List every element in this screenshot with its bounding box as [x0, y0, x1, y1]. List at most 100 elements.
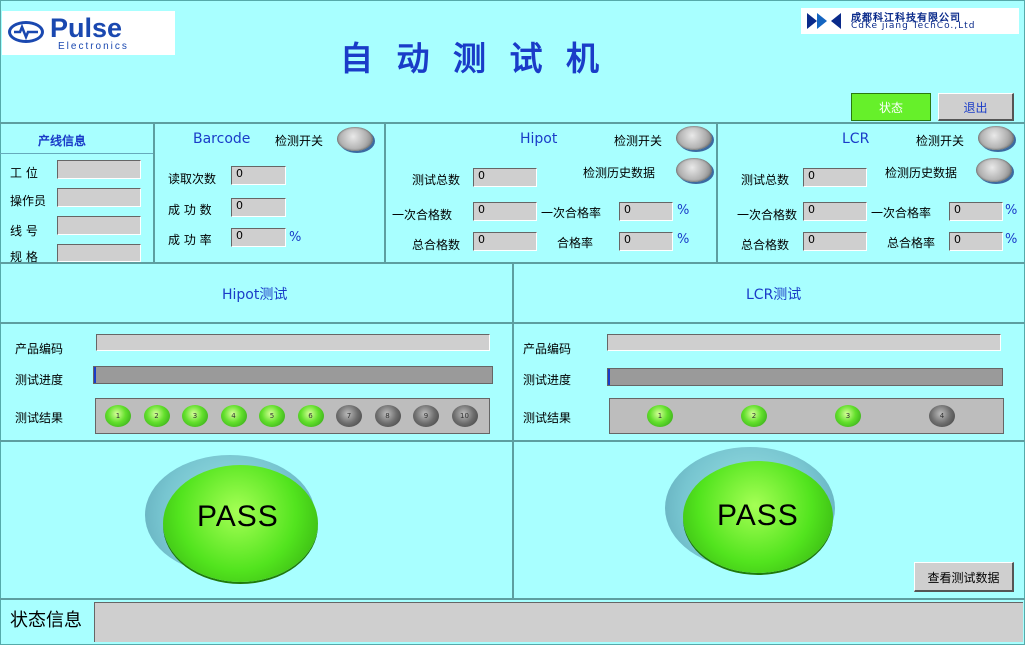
status-label: 状态信息	[10, 610, 82, 631]
barcode-rate-unit: %	[289, 230, 302, 245]
divider	[0, 322, 1025, 324]
barcode-rate-label: 成 功 率	[168, 233, 212, 247]
barcode-success-label: 成 功 数	[168, 203, 212, 217]
barcode-switch-label: 检测开关	[275, 134, 324, 148]
lcr-first-rate-unit: %	[1005, 203, 1018, 218]
hipot-switch-label: 检测开关	[614, 134, 663, 148]
hipot-product-code-field	[96, 334, 490, 351]
barcode-reads-label: 读取次数	[168, 172, 217, 186]
lcr-history-toggle[interactable]	[976, 158, 1012, 182]
logo-sub: Electronics	[58, 41, 129, 52]
lcr-rate-label: 总合格率	[887, 236, 936, 250]
logo: Pulse Electronics	[2, 11, 175, 55]
barcode-rate-field: 0	[231, 228, 286, 247]
hipot-title: Hipot	[520, 131, 558, 147]
line-info-title: 产线信息	[38, 134, 87, 148]
barcode-success-field: 0	[231, 198, 286, 217]
hipot-led-9: 9	[413, 405, 439, 427]
hipot-test-title: Hipot测试	[222, 287, 288, 303]
barcode-title: Barcode	[193, 131, 251, 147]
lcr-switch-toggle[interactable]	[978, 126, 1014, 150]
line-number-field[interactable]	[57, 216, 141, 235]
barcode-switch-toggle[interactable]	[337, 127, 373, 151]
lcr-rate-field: 0	[949, 232, 1003, 251]
workstation-field[interactable]	[57, 160, 141, 179]
hipot-switch-toggle[interactable]	[676, 126, 712, 150]
exit-button[interactable]: 退出	[938, 93, 1014, 121]
lcr-total-field: 0	[803, 168, 867, 187]
hipot-history-toggle[interactable]	[676, 158, 712, 182]
lcr-test-title: LCR测试	[746, 287, 802, 303]
workstation-label: 工 位	[10, 166, 38, 180]
lcr-led-4: 4	[929, 405, 955, 427]
view-test-data-button[interactable]: 查看测试数据	[914, 562, 1014, 592]
hipot-result-indicator: PASS	[145, 455, 325, 585]
hipot-progress-fill	[94, 367, 96, 383]
lcr-result-text: PASS	[717, 499, 799, 532]
lcr-progress-label: 测试进度	[523, 373, 572, 387]
hipot-led-panel: 1 2 3 4 5 6 7 8 9 10	[95, 398, 490, 434]
hipot-total-pass-label: 总合格数	[412, 238, 461, 252]
divider	[512, 263, 514, 599]
hipot-total-pass-field: 0	[473, 232, 537, 251]
lcr-result-indicator: PASS	[665, 447, 845, 577]
barcode-reads-field: 0	[231, 166, 286, 185]
hipot-progress-label: 测试进度	[15, 373, 64, 387]
lcr-led-panel: 1 2 3 4	[609, 398, 1004, 434]
divider	[153, 123, 155, 263]
status-button[interactable]: 状态	[851, 93, 931, 121]
logo-mark-icon	[8, 21, 44, 43]
divider	[0, 598, 1025, 600]
divider	[0, 440, 1025, 442]
hipot-led-8: 8	[374, 405, 401, 427]
lcr-rate-unit: %	[1005, 232, 1018, 247]
page-title: 自 动 测 试 机	[340, 39, 605, 78]
hipot-led-2: 2	[143, 405, 170, 427]
lcr-first-pass-field: 0	[803, 202, 867, 221]
hipot-progress-bar	[93, 366, 493, 384]
company-mark-icon	[805, 11, 843, 31]
hipot-result-text: PASS	[197, 500, 279, 533]
lcr-progress-fill	[608, 369, 610, 385]
hipot-led-10: 10	[451, 405, 478, 427]
company-logo: 成都科江科技有限公司 CdKe jiang TechCo.,Ltd	[801, 8, 1019, 34]
operator-field[interactable]	[57, 188, 141, 207]
hipot-total-field: 0	[473, 168, 537, 187]
divider	[716, 123, 718, 263]
hipot-first-rate-field: 0	[619, 202, 673, 221]
lcr-product-code-field	[607, 334, 1001, 351]
lcr-product-code-label: 产品编码	[523, 342, 572, 356]
hipot-led-6: 6	[297, 405, 324, 427]
hipot-total-label: 测试总数	[412, 173, 461, 187]
hipot-led-4: 4	[220, 405, 247, 427]
divider	[384, 123, 386, 263]
hipot-first-pass-label: 一次合格数	[392, 208, 453, 222]
logo-brand: Pulse	[50, 13, 123, 43]
lcr-first-rate-label: 一次合格率	[871, 206, 932, 220]
line-number-label: 线 号	[10, 224, 38, 238]
lcr-switch-label: 检测开关	[916, 134, 965, 148]
lcr-result-label: 测试结果	[523, 411, 572, 425]
lcr-progress-bar	[607, 368, 1003, 386]
spec-field[interactable]	[57, 244, 141, 262]
lcr-total-pass-label: 总合格数	[741, 238, 790, 252]
hipot-rate-field: 0	[619, 232, 673, 251]
lcr-title: LCR	[842, 131, 870, 147]
hipot-led-1: 1	[105, 405, 131, 427]
lcr-led-3: 3	[835, 405, 861, 427]
lcr-total-pass-field: 0	[803, 232, 867, 251]
hipot-first-rate-label: 一次合格率	[541, 206, 602, 220]
hipot-first-pass-field: 0	[473, 202, 537, 221]
hipot-history-label: 检测历史数据	[583, 166, 656, 180]
hipot-product-code-label: 产品编码	[15, 342, 64, 356]
spec-label: 规 格	[10, 250, 38, 264]
hipot-led-5: 5	[259, 405, 285, 427]
hipot-rate-label: 合格率	[557, 236, 594, 250]
hipot-first-rate-unit: %	[677, 203, 690, 218]
hipot-led-3: 3	[182, 405, 208, 427]
company-name-en: CdKe jiang TechCo.,Ltd	[851, 21, 976, 31]
hipot-led-7: 7	[336, 405, 362, 427]
hipot-result-label: 测试结果	[15, 411, 64, 425]
operator-label: 操作员	[10, 194, 47, 208]
hipot-rate-unit: %	[677, 232, 690, 247]
